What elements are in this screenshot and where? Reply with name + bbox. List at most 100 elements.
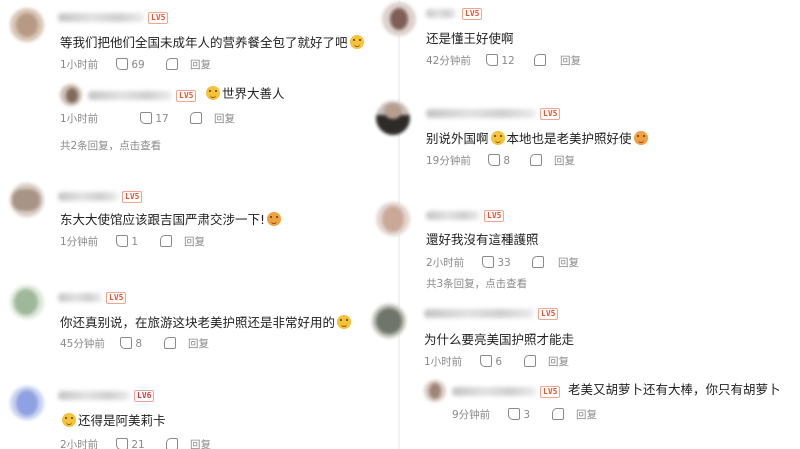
comment-actions: 2小时前 33 回复 — [426, 256, 756, 270]
comment-item: LV5 等我们把他们全国未成年人的营养餐全包了就好了吧 1小时前 69 回复 L… — [0, 0, 398, 160]
thumb-up-icon — [486, 54, 498, 66]
like-button[interactable]: 21 — [116, 438, 145, 449]
smile-cat-emoji-icon — [490, 131, 505, 145]
reply-button[interactable]: 回复 — [184, 235, 205, 249]
thumb-down-icon — [166, 438, 178, 449]
like-count: 17 — [155, 113, 169, 125]
comment-item: LV5 还是懂王好使啊 42分钟前 12 回复 — [382, 0, 800, 80]
reply-button[interactable]: 回复 — [548, 355, 569, 369]
username[interactable] — [58, 13, 144, 22]
avatar[interactable] — [60, 84, 82, 106]
username[interactable] — [452, 387, 536, 396]
like-button[interactable]: 12 — [486, 54, 515, 68]
thumb-up-icon — [116, 58, 128, 70]
dislike-button[interactable] — [160, 235, 172, 249]
dislike-button[interactable] — [524, 355, 536, 369]
left-comment-column: LV5 等我们把他们全国未成年人的营养餐全包了就好了吧 1小时前 69 回复 L… — [0, 0, 398, 449]
comment-text: 你还真别说，在旅游这块老美护照还是非常好用的 — [60, 314, 353, 332]
like-button[interactable]: 1 — [116, 235, 138, 249]
smile-cat-emoji-icon — [349, 35, 364, 49]
like-button[interactable]: 33 — [482, 256, 511, 270]
reply-button[interactable]: 回复 — [190, 58, 211, 72]
username[interactable] — [58, 192, 118, 201]
avatar[interactable] — [382, 2, 416, 36]
username[interactable] — [424, 309, 534, 318]
reply-button[interactable]: 回复 — [214, 112, 235, 126]
avatar[interactable] — [424, 380, 446, 402]
timestamp: 2小时前 — [426, 257, 465, 269]
timestamp: 2小时前 — [60, 439, 99, 449]
reply-button[interactable]: 回复 — [558, 256, 579, 270]
timestamp: 19分钟前 — [426, 155, 471, 167]
comment-item: LV6 还得是阿美莉卡 2小时前 21 回复 — [0, 382, 398, 449]
comment-text: 别说外国啊 本地也是老美护照好使 — [426, 130, 650, 148]
comment-text: 东大大使馆应该跟吉国严肃交涉一下! — [60, 211, 283, 229]
username[interactable] — [58, 391, 130, 400]
reply-actions: 9分钟前 3 回复 — [452, 408, 772, 422]
reply-button[interactable]: 回复 — [190, 438, 211, 449]
level-badge: LV5 — [122, 191, 143, 203]
dislike-button[interactable] — [534, 54, 546, 68]
username[interactable] — [58, 293, 102, 302]
avatar[interactable] — [376, 202, 410, 236]
comment-actions: 19分钟前 8 回复 — [426, 154, 756, 168]
comment-item: LV5 别说外国啊 本地也是老美护照好使 19分钟前 8 回复 — [376, 97, 800, 182]
avatar[interactable] — [10, 8, 44, 42]
comment-actions: 45分钟前 8 回复 — [60, 337, 390, 351]
timestamp: 9分钟前 — [452, 409, 491, 421]
level-badge: LV6 — [134, 390, 155, 402]
level-badge: LV5 — [484, 210, 505, 222]
reply-item: LV5 世界大善人 1小时前 17 回复 — [60, 84, 390, 126]
comment-text: 等我们把他们全国未成年人的营养餐全包了就好了吧 — [60, 34, 366, 52]
username[interactable] — [426, 109, 536, 118]
level-badge: LV5 — [540, 108, 561, 120]
level-badge: LV5 — [538, 308, 559, 320]
like-count: 3 — [523, 409, 531, 421]
username[interactable] — [88, 91, 172, 100]
like-button[interactable]: 6 — [480, 355, 502, 369]
dislike-button[interactable] — [532, 256, 544, 270]
dislike-button[interactable] — [190, 112, 202, 126]
thumb-down-icon — [190, 112, 202, 124]
view-more-replies-link[interactable]: 共2条回复，点击查看 — [60, 138, 161, 153]
avatar[interactable] — [372, 304, 406, 338]
dislike-button[interactable] — [552, 408, 564, 422]
comment-actions: 1分钟前 1 回复 — [60, 235, 390, 249]
reply-button[interactable]: 回复 — [560, 54, 581, 68]
like-button[interactable]: 8 — [488, 154, 510, 168]
dislike-button[interactable] — [530, 154, 542, 168]
username[interactable] — [426, 211, 480, 220]
heart-face-emoji-icon — [633, 131, 648, 145]
dislike-button[interactable] — [166, 58, 178, 72]
like-count: 8 — [135, 338, 143, 350]
dislike-button[interactable] — [164, 337, 176, 351]
reply-button[interactable]: 回复 — [554, 154, 575, 168]
like-button[interactable]: 8 — [120, 337, 142, 351]
reply-text: 世界大善人 — [204, 85, 285, 103]
timestamp: 1分钟前 — [60, 236, 99, 248]
avatar[interactable] — [10, 386, 44, 420]
avatar[interactable] — [10, 183, 44, 217]
comment-item: LV5 還好我沒有這種護照 2小时前 33 回复 共3条回复，点击查看 — [376, 200, 800, 295]
reply-text: 老美又胡萝卜还有大棒，你只有胡萝卜 — [568, 382, 781, 397]
thumb-up-icon — [488, 154, 500, 166]
like-button[interactable]: 17 — [140, 112, 169, 126]
comment-item: LV5 东大大使馆应该跟吉国严肃交涉一下! 1分钟前 1 回复 — [0, 175, 398, 265]
thumb-down-icon — [534, 54, 546, 66]
like-button[interactable]: 3 — [508, 408, 530, 422]
view-more-replies-link[interactable]: 共3条回复，点击查看 — [426, 276, 527, 291]
like-button[interactable]: 69 — [116, 58, 145, 72]
reply-button[interactable]: 回复 — [576, 408, 597, 422]
thumb-up-icon — [120, 337, 132, 349]
smile-cat-emoji-icon — [206, 86, 220, 100]
thumb-up-icon — [116, 235, 128, 247]
level-badge: LV5 — [148, 12, 169, 24]
avatar[interactable] — [376, 101, 410, 135]
like-count: 21 — [131, 439, 145, 449]
timestamp: 1小时前 — [60, 113, 99, 125]
level-badge: LV5 — [106, 292, 127, 304]
dislike-button[interactable] — [166, 438, 178, 449]
reply-button[interactable]: 回复 — [188, 337, 209, 351]
username[interactable] — [426, 9, 456, 18]
avatar[interactable] — [10, 285, 44, 319]
